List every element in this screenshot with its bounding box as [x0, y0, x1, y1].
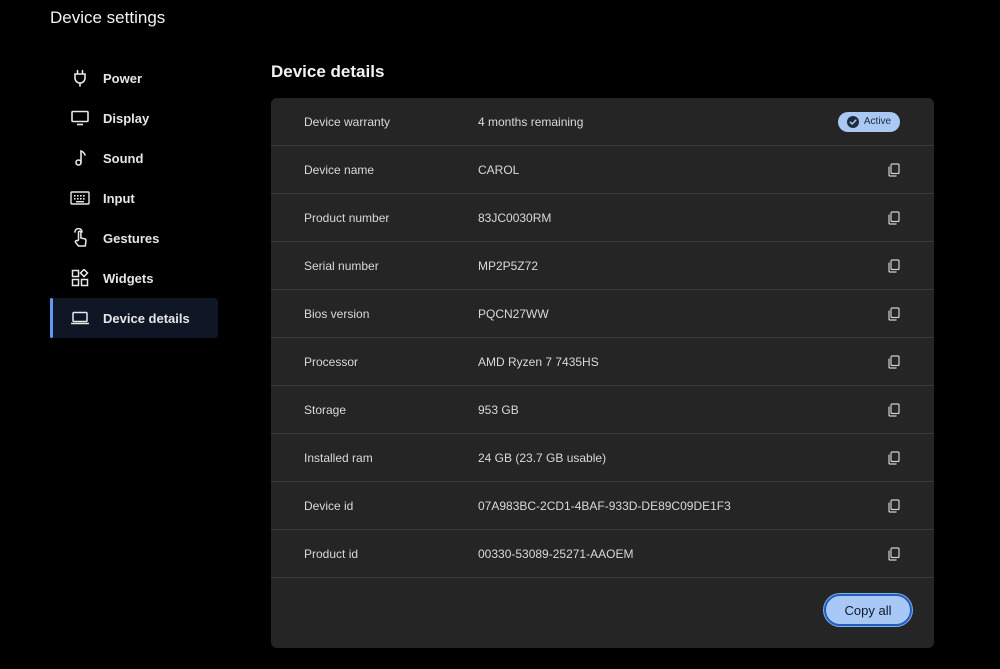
sidebar-item-widgets[interactable]: Widgets [50, 258, 218, 298]
row-value: MP2P5Z72 [478, 258, 539, 273]
check-circle-icon [846, 115, 859, 128]
table-row: Serial number MP2P5Z72 [271, 242, 934, 290]
copy-all-button[interactable]: Copy all [824, 594, 912, 626]
sidebar-item-label: Widgets [103, 270, 154, 286]
sidebar-item-label: Device details [103, 310, 190, 326]
sidebar-item-power[interactable]: Power [50, 58, 218, 98]
row-value: CAROL [478, 162, 520, 177]
sidebar-item-label: Display [103, 110, 150, 126]
sidebar-item-input[interactable]: Input [50, 178, 218, 218]
table-row: Product id 00330-53089-25271-AAOEM [271, 530, 934, 578]
sidebar-item-label: Gestures [103, 230, 160, 246]
copy-icon[interactable] [885, 210, 901, 226]
sidebar: Power Display Sound Input Gestures Widge… [50, 58, 218, 338]
sidebar-item-label: Sound [103, 150, 144, 166]
row-label: Product id [304, 546, 359, 561]
copy-icon[interactable] [885, 258, 901, 274]
table-row: Product number 83JC0030RM [271, 194, 934, 242]
music-note-icon [70, 148, 90, 168]
row-value: AMD Ryzen 7 7435HS [478, 354, 599, 369]
copy-icon[interactable] [885, 498, 901, 514]
row-label: Bios version [304, 306, 370, 321]
table-row: Device warranty 4 months remaining Activ… [271, 98, 934, 146]
row-label: Processor [304, 354, 359, 369]
table-row: Processor AMD Ryzen 7 7435HS [271, 338, 934, 386]
power-plug-icon [70, 68, 90, 88]
keyboard-icon [70, 188, 90, 208]
table-row: Storage 953 GB [271, 386, 934, 434]
touch-hand-icon [70, 228, 90, 248]
table-row: Installed ram 24 GB (23.7 GB usable) [271, 434, 934, 482]
table-row: Bios version PQCN27WW [271, 290, 934, 338]
row-value: 83JC0030RM [478, 210, 552, 225]
table-row: Device name CAROL [271, 146, 934, 194]
sidebar-item-label: Power [103, 70, 143, 86]
copy-icon[interactable] [885, 162, 901, 178]
row-value: 4 months remaining [478, 114, 584, 129]
row-label: Product number [304, 210, 390, 225]
page-title: Device details [271, 62, 385, 81]
status-badge: Active [838, 111, 900, 132]
row-label: Storage [304, 402, 347, 417]
row-value: 24 GB (23.7 GB usable) [478, 450, 607, 465]
row-label: Serial number [304, 258, 379, 273]
sidebar-item-gestures[interactable]: Gestures [50, 218, 218, 258]
sidebar-item-device-details[interactable]: Device details [50, 298, 218, 338]
device-details-card: Device warranty 4 months remaining Activ… [271, 98, 934, 648]
copy-icon[interactable] [885, 546, 901, 562]
row-value: 07A983BC-2CD1-4BAF-933D-DE89C09DE1F3 [478, 498, 731, 513]
table-row: Device id 07A983BC-2CD1-4BAF-933D-DE89C0… [271, 482, 934, 530]
copy-icon[interactable] [885, 402, 901, 418]
app-title: Device settings [50, 8, 166, 27]
monitor-icon [70, 108, 90, 128]
row-value: 953 GB [478, 402, 519, 417]
row-value: PQCN27WW [478, 306, 549, 321]
sidebar-item-display[interactable]: Display [50, 98, 218, 138]
sidebar-item-label: Input [103, 190, 135, 206]
row-label: Device warranty [304, 114, 391, 129]
copy-icon[interactable] [885, 450, 901, 466]
row-label: Installed ram [304, 450, 373, 465]
sidebar-item-sound[interactable]: Sound [50, 138, 218, 178]
row-label: Device id [304, 498, 354, 513]
copy-icon[interactable] [885, 354, 901, 370]
laptop-icon [70, 308, 90, 328]
status-badge-label: Active [863, 116, 892, 127]
row-label: Device name [304, 162, 375, 177]
copy-icon[interactable] [885, 306, 901, 322]
row-value: 00330-53089-25271-AAOEM [478, 546, 634, 561]
widgets-icon [70, 268, 90, 288]
